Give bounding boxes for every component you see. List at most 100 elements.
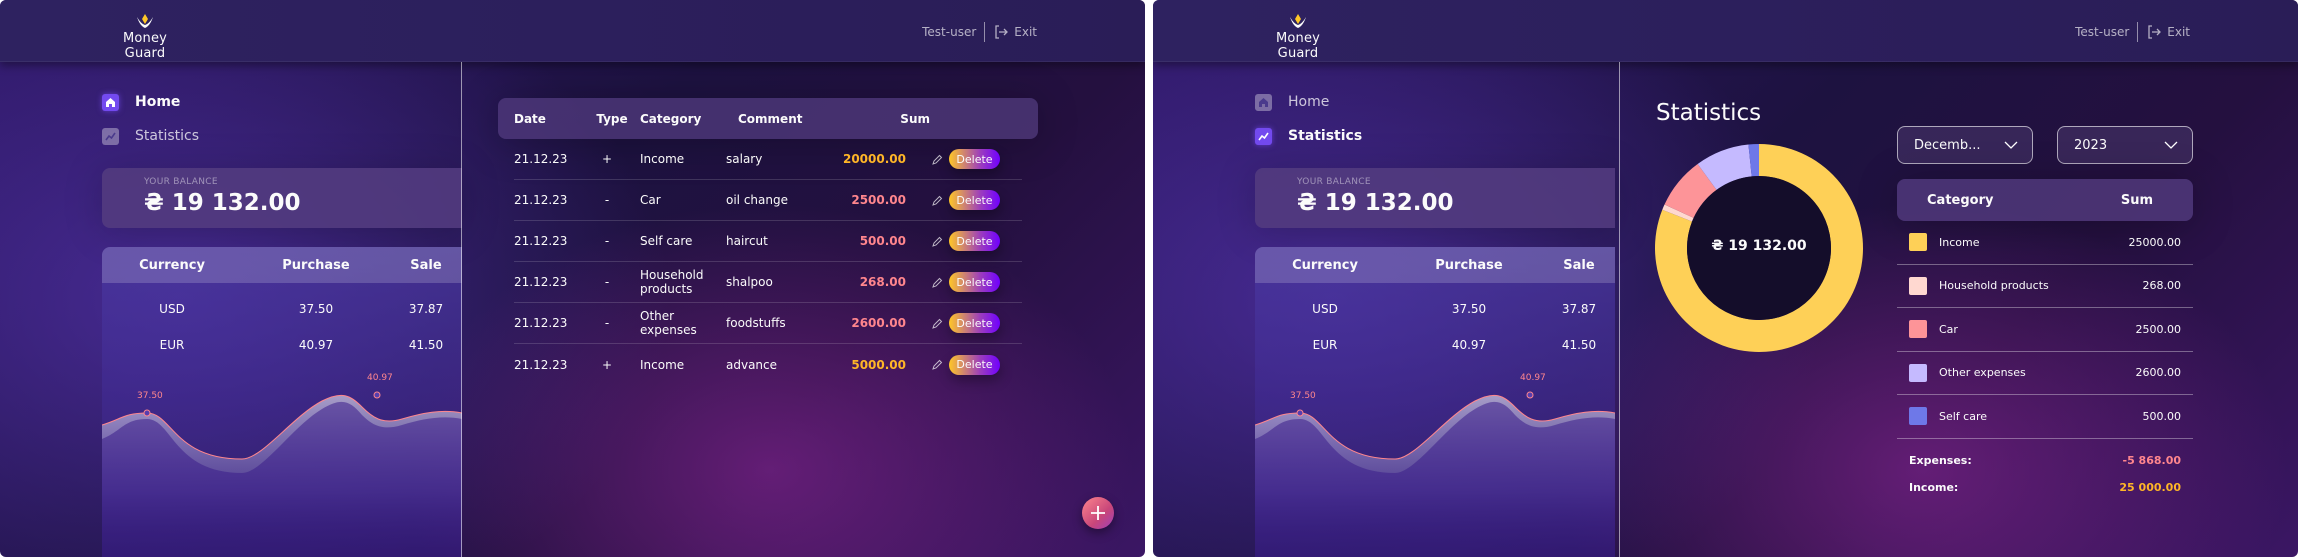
transactions-body: 21.12.23 + Income salary 20000.00 Delete 21.12… bbox=[498, 139, 1038, 385]
purchase-rate: 40.97 bbox=[298, 338, 334, 352]
transaction-date: 21.12.23 bbox=[514, 275, 568, 289]
category-row: Car 2500.00 bbox=[1897, 308, 2193, 352]
exit-button[interactable]: Exit bbox=[993, 24, 1037, 40]
exit-icon bbox=[995, 25, 1009, 39]
statistics-screen: Money Guard Test-user Exit Home Statisti… bbox=[1153, 0, 2298, 557]
edit-icon[interactable] bbox=[932, 154, 943, 165]
transaction-type: - bbox=[604, 316, 610, 330]
divider bbox=[984, 22, 986, 42]
nav-statistics[interactable]: Statistics bbox=[1255, 126, 1362, 146]
edit-icon[interactable] bbox=[932, 195, 943, 206]
category-name: Income bbox=[1939, 235, 1980, 249]
currency-code: USD bbox=[159, 302, 185, 316]
category-name: Self care bbox=[1939, 409, 1988, 423]
sidebar-nav: Home Statistics bbox=[102, 92, 199, 160]
category-name: Other expenses bbox=[1939, 366, 2026, 380]
usd-point bbox=[143, 409, 151, 417]
purchase-rate: 37.50 bbox=[298, 302, 334, 316]
category-color-swatch bbox=[1909, 407, 1927, 426]
category-sum: 268.00 bbox=[2142, 279, 2182, 293]
transaction-sum: 2600.00 bbox=[851, 316, 906, 330]
category-sum: 2500.00 bbox=[2135, 322, 2182, 336]
edit-icon[interactable] bbox=[932, 359, 943, 370]
app-logo[interactable]: Money Guard bbox=[102, 12, 188, 61]
transaction-actions: Delete bbox=[906, 313, 1000, 333]
page-title: Statistics bbox=[1656, 100, 1762, 126]
chart-icon bbox=[102, 127, 119, 145]
edit-icon[interactable] bbox=[932, 277, 943, 288]
app-header: Money Guard Test-user Exit bbox=[1153, 0, 2298, 62]
currency-row: USD 37.50 37.87 bbox=[102, 291, 462, 327]
app-logo[interactable]: Money Guard bbox=[1255, 12, 1341, 61]
transaction-comment: shalpoo bbox=[726, 275, 773, 289]
delete-button[interactable]: Delete bbox=[949, 272, 1000, 292]
transaction-sum: 5000.00 bbox=[851, 357, 906, 372]
transaction-category: Self care bbox=[640, 234, 693, 248]
username: Test-user bbox=[922, 25, 977, 39]
sale-rate: 41.50 bbox=[1561, 338, 1597, 352]
transaction-sum: 268.00 bbox=[859, 275, 906, 289]
year-select[interactable]: 2023 bbox=[2057, 126, 2193, 164]
income-total: Income: 25 000.00 bbox=[1897, 474, 2193, 501]
transaction-sum: 500.00 bbox=[859, 234, 906, 248]
month-select[interactable]: Decemb... bbox=[1897, 126, 2033, 164]
edit-icon[interactable] bbox=[932, 318, 943, 329]
add-transaction-button[interactable] bbox=[1082, 497, 1114, 529]
balance-label: YOUR BALANCE bbox=[144, 177, 218, 187]
purchase-rate: 37.50 bbox=[1451, 302, 1487, 316]
delete-button[interactable]: Delete bbox=[949, 354, 1000, 375]
category-color-swatch bbox=[1909, 320, 1927, 339]
usd-chart-label: 37.50 bbox=[1290, 391, 1316, 401]
transaction-actions: Delete bbox=[906, 272, 1000, 292]
sidebar-nav: Home Statistics bbox=[1255, 92, 1362, 160]
income-value: 25 000.00 bbox=[2119, 480, 2181, 494]
delete-button[interactable]: Delete bbox=[949, 190, 1000, 210]
purchase-col-header: Purchase bbox=[282, 257, 350, 273]
transaction-comment: oil change bbox=[726, 193, 788, 207]
income-label: Income: bbox=[1909, 480, 1959, 494]
category-color-swatch bbox=[1909, 276, 1927, 295]
expenses-value: -5 868.00 bbox=[2122, 453, 2182, 467]
transaction-actions: Delete bbox=[906, 231, 1000, 251]
balance-label: YOUR BALANCE bbox=[1297, 177, 1371, 187]
currency-code: USD bbox=[1312, 302, 1338, 316]
transaction-row: 21.12.23 + Income salary 20000.00 Delete bbox=[514, 139, 1022, 180]
transaction-actions: Delete bbox=[906, 354, 1000, 375]
category-sum: 500.00 bbox=[2142, 409, 2182, 423]
purchase-col-header: Purchase bbox=[1435, 257, 1503, 273]
nav-statistics-label: Statistics bbox=[135, 128, 199, 144]
edit-icon[interactable] bbox=[932, 236, 943, 247]
currency-code: EUR bbox=[159, 338, 185, 352]
exit-button[interactable]: Exit bbox=[2146, 24, 2190, 40]
nav-statistics[interactable]: Statistics bbox=[102, 126, 199, 146]
home-icon bbox=[102, 93, 119, 111]
transaction-date: 21.12.23 bbox=[514, 193, 568, 207]
category-col-header: Category bbox=[640, 111, 702, 126]
transaction-type: + bbox=[601, 357, 613, 372]
delete-button[interactable]: Delete bbox=[949, 149, 1000, 169]
transaction-category: Household products bbox=[640, 268, 704, 296]
transaction-row: 21.12.23 - Other expenses foodstuffs 2600.00… bbox=[514, 303, 1022, 344]
delete-button[interactable]: Delete bbox=[949, 313, 1000, 333]
transaction-row: 21.12.23 + Income advance 5000.00 Delete bbox=[514, 344, 1022, 385]
category-sum: 25000.00 bbox=[2128, 235, 2182, 249]
eur-chart-label: 40.97 bbox=[1520, 373, 1546, 383]
nav-home[interactable]: Home bbox=[1255, 92, 1362, 112]
chart-icon bbox=[1255, 127, 1272, 145]
currency-chart: 37.50 40.97 bbox=[1255, 373, 1615, 557]
currency-row: USD 37.50 37.87 bbox=[1255, 291, 1615, 327]
category-header: Category Sum bbox=[1897, 179, 2193, 221]
nav-home[interactable]: Home bbox=[102, 92, 199, 112]
logo-icon bbox=[1290, 14, 1306, 28]
vertical-divider bbox=[1619, 62, 1620, 557]
chevron-down-icon bbox=[2004, 141, 2018, 149]
exit-label: Exit bbox=[2167, 25, 2190, 39]
home-icon bbox=[1255, 93, 1272, 111]
exit-label: Exit bbox=[1014, 25, 1037, 39]
chevron-down-icon bbox=[2164, 141, 2178, 149]
transaction-category: Car bbox=[640, 193, 661, 207]
category-color-swatch bbox=[1909, 363, 1927, 382]
delete-button[interactable]: Delete bbox=[949, 231, 1000, 251]
currency-col-header: Currency bbox=[1292, 257, 1358, 273]
exit-icon bbox=[2148, 25, 2162, 39]
